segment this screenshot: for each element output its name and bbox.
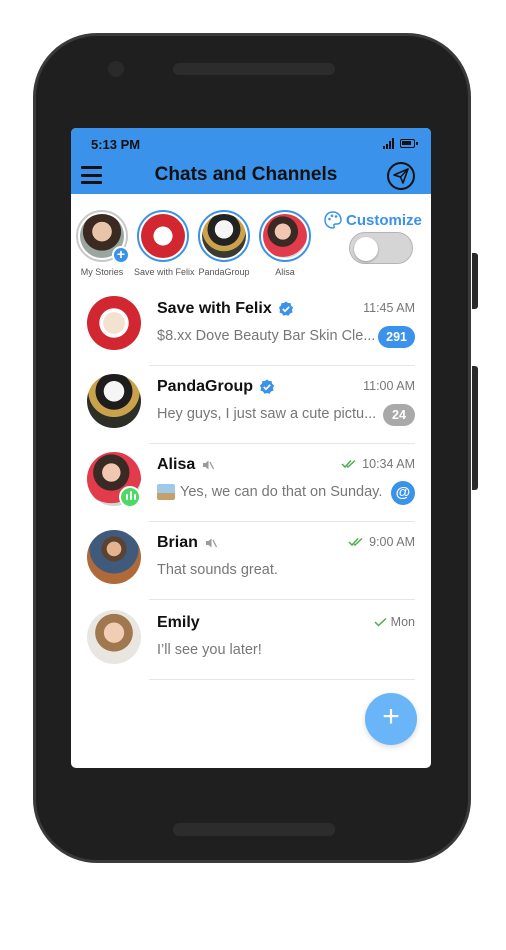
volume-button [472, 366, 478, 490]
story-label: PandaGroup [198, 267, 250, 277]
send-icon[interactable] [387, 162, 415, 190]
story-label: Alisa [275, 267, 295, 277]
chat-preview: I’ll see you later! [157, 642, 262, 658]
mention-badge: @ [391, 481, 415, 505]
story-my-stories[interactable]: + My Stories [73, 210, 131, 277]
palette-icon [324, 211, 342, 229]
story-save-with-felix[interactable]: Save with Felix [134, 210, 195, 277]
divider [149, 599, 415, 600]
check-icon [374, 617, 387, 627]
status-icons [383, 138, 418, 149]
avatar [87, 530, 141, 584]
divider [149, 679, 415, 680]
speaker-grille [173, 63, 335, 75]
chat-time: 11:00 AM [363, 379, 415, 393]
new-chat-button[interactable]: + [365, 693, 417, 745]
chat-preview: $8.xx Dove Beauty Bar Skin Cle... [157, 328, 376, 344]
story-pandagroup[interactable]: PandaGroup [195, 210, 253, 277]
story-label: Save with Felix [134, 267, 195, 277]
customize-toggle[interactable] [349, 232, 413, 264]
verified-icon [260, 379, 275, 394]
customize-button[interactable]: Customize [323, 210, 422, 230]
avatar [263, 214, 307, 258]
page-title: Chats and Channels [154, 164, 338, 185]
app-bar: 5:13 PM Chats and Channels [71, 128, 431, 194]
chat-name: Emily [157, 614, 200, 631]
avatar [202, 214, 246, 258]
power-button [472, 253, 478, 309]
unread-badge: 24 [383, 404, 415, 426]
story-ring [137, 210, 189, 262]
chat-item-save-with-felix[interactable]: Save with Felix 11:45 AM $8.xx Dove Beau… [71, 288, 431, 366]
verified-icon [278, 301, 293, 316]
muted-icon [205, 538, 217, 548]
chat-time: 11:45 AM [363, 301, 415, 315]
story-ring [198, 210, 250, 262]
chat-preview: That sounds great. [157, 562, 278, 578]
chat-preview: Yes, we can do that on Sunday. [157, 484, 385, 500]
chat-name: Alisa [157, 456, 196, 473]
chat-name: Brian [157, 534, 198, 551]
avatar [141, 214, 185, 258]
add-story-icon[interactable]: + [112, 246, 130, 264]
double-check-icon [348, 537, 363, 547]
bottom-speaker [173, 823, 335, 836]
chat-name: PandaGroup [157, 378, 254, 395]
voice-chat-icon [119, 486, 141, 508]
chat-time: Mon [374, 615, 415, 629]
avatar [87, 374, 141, 428]
avatar [87, 610, 141, 664]
image-thumbnail [157, 484, 175, 500]
customize-label: Customize [346, 211, 422, 229]
chat-item-emily[interactable]: Emily Mon I’ll see you later! [71, 602, 431, 680]
story-label: My Stories [80, 267, 124, 277]
avatar [87, 296, 141, 350]
story-alisa[interactable]: Alisa [256, 210, 314, 277]
chat-preview: Hey guys, I just saw a cute pictu... [157, 406, 377, 422]
unread-badge: 291 [378, 326, 415, 348]
double-check-icon [341, 459, 356, 469]
chat-item-brian[interactable]: Brian 9:00 AM That sounds great. [71, 522, 431, 600]
story-ring [259, 210, 311, 262]
chat-name: Save with Felix [157, 300, 272, 317]
toggle-knob [354, 237, 378, 261]
chat-time: 9:00 AM [348, 535, 415, 549]
muted-icon [203, 460, 215, 470]
status-time: 5:13 PM [91, 137, 141, 152]
battery-icon [400, 139, 418, 148]
chat-item-pandagroup[interactable]: PandaGroup 11:00 AM Hey guys, I just saw… [71, 366, 431, 444]
chat-time: 10:34 AM [341, 457, 415, 471]
front-camera [108, 61, 124, 77]
story-ring: + [76, 210, 130, 264]
phone-screen: 5:13 PM Chats and Channels + My Stories [71, 128, 431, 768]
signal-icon [383, 138, 394, 149]
chat-item-alisa[interactable]: Alisa 10:34 AM Yes, we can do that on Su… [71, 444, 431, 522]
